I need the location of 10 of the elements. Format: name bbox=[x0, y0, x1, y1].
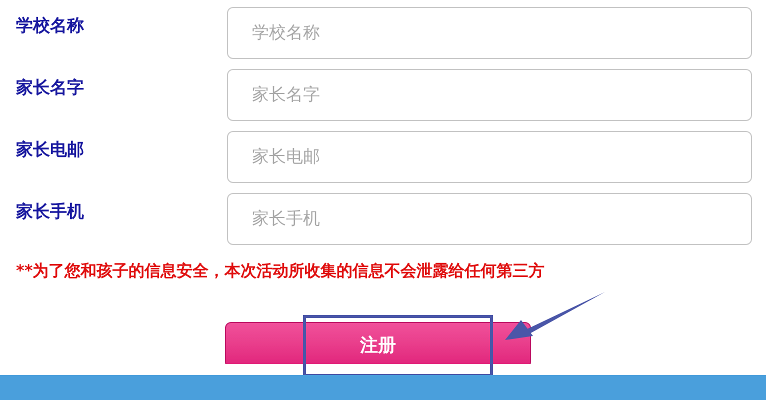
input-field[interactable]: 学校名称 bbox=[227, 7, 752, 59]
field-label: 家长名字 bbox=[16, 77, 85, 99]
field-label: 家长手机 bbox=[16, 201, 85, 223]
field-label: 家长电邮 bbox=[16, 139, 85, 161]
register-button[interactable]: 注册 bbox=[225, 322, 531, 364]
input-field[interactable]: 家长手机 bbox=[227, 193, 752, 245]
privacy-notice: **为了您和孩子的信息安全，本次活动所收集的信息不会泄露给任何第三方 bbox=[16, 260, 546, 282]
input-field[interactable]: 家长名字 bbox=[227, 69, 752, 121]
field-label: 学校名称 bbox=[16, 15, 85, 37]
input-field[interactable]: 家长电邮 bbox=[227, 131, 752, 183]
